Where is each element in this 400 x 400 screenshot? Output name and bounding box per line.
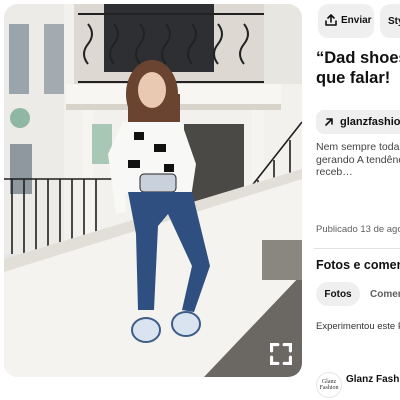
pin-details-panel: Enviar Sty “Dad shoes”: esta new tren o … xyxy=(314,0,400,400)
published-date: Publicado 13 de ago xyxy=(316,224,400,235)
comments-heading: Fotos e comen xyxy=(316,258,400,272)
tab-photos[interactable]: Fotos xyxy=(316,282,360,306)
source-link-button[interactable]: glanzfashion xyxy=(316,110,400,134)
pin-title: “Dad shoes”: esta new tren o que falar! xyxy=(316,49,400,87)
board-avatar[interactable]: Glanz Fashion xyxy=(316,372,342,398)
pin-image[interactable] xyxy=(4,4,302,377)
expand-button[interactable] xyxy=(270,343,292,365)
board-logo-text-2: Fashion xyxy=(319,385,339,391)
board-name[interactable]: Glanz Fashio Sapatos | Sh xyxy=(346,374,400,386)
arrow-up-right-icon xyxy=(324,117,334,127)
send-label: Enviar xyxy=(341,15,372,26)
expand-icon xyxy=(270,343,292,365)
tab-comments[interactable]: Comen xyxy=(370,282,400,306)
pin-photo xyxy=(4,4,302,377)
try-this-hint: Experimentou este P uma foto para most xyxy=(316,321,400,332)
style-button[interactable]: Sty xyxy=(380,4,400,38)
style-label: Sty xyxy=(388,15,400,27)
pin-description: Nem sempre toda gem no mundo da adotadas… xyxy=(316,141,400,178)
send-button[interactable]: Enviar xyxy=(318,4,374,38)
source-domain: glanzfashion xyxy=(340,116,400,128)
share-upload-icon xyxy=(325,13,337,29)
divider xyxy=(314,248,400,249)
